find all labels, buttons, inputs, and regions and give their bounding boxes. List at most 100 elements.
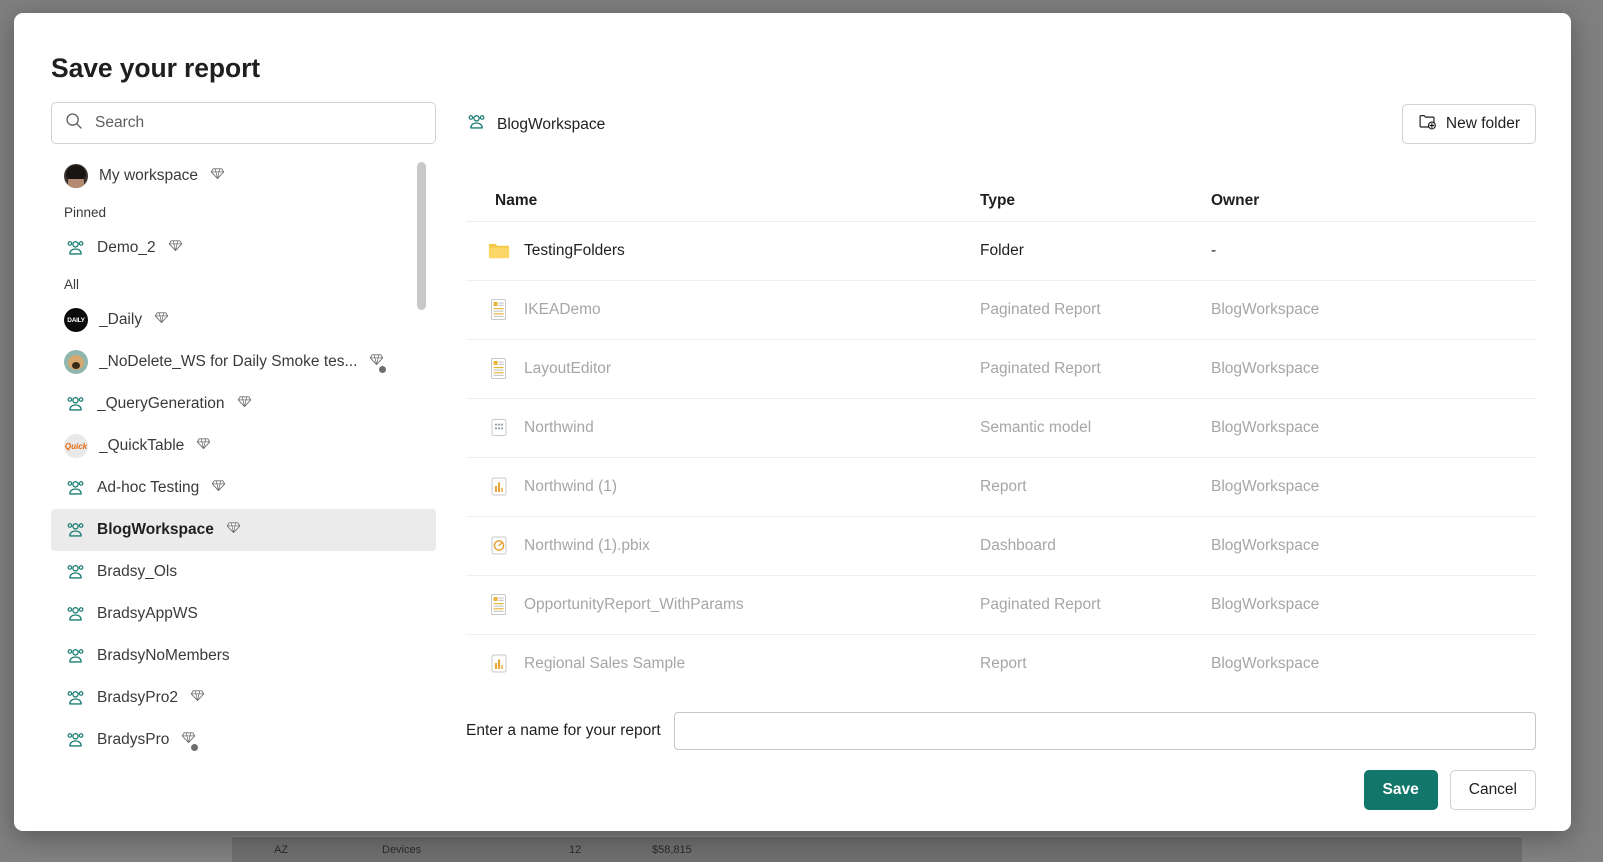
save-report-dialog: Save your report My workspace Pinned Dem…: [14, 13, 1571, 831]
workspace-icon: [64, 477, 86, 499]
sidebar-item-label: BlogWorkspace: [97, 521, 214, 538]
paginated-report-icon: [488, 298, 510, 322]
background-table-row: AZ Devices 12 $58,815: [232, 836, 1522, 862]
sidebar-item-querygeneration[interactable]: _QueryGeneration: [51, 383, 436, 425]
row-name-label: LayoutEditor: [524, 360, 612, 377]
row-owner-cell: BlogWorkspace: [1211, 596, 1320, 613]
report-icon: [488, 652, 510, 676]
breadcrumb-label: BlogWorkspace: [497, 116, 606, 133]
sidebar-item-label: _QueryGeneration: [97, 395, 225, 412]
sidebar-item-bradyspro[interactable]: BradysPro: [51, 719, 436, 761]
sidebar-item-blogworkspace[interactable]: BlogWorkspace: [51, 509, 436, 551]
sidebar-group-label: Pinned: [64, 204, 107, 220]
breadcrumb[interactable]: BlogWorkspace: [466, 112, 605, 138]
gem-icon: [226, 520, 241, 540]
background-cell-count: 12: [569, 843, 582, 856]
table-row: Northwind (1).pbix Dashboard BlogWorkspa…: [466, 517, 1536, 576]
row-owner-cell: BlogWorkspace: [1211, 301, 1320, 318]
table-row: Northwind (1) Report BlogWorkspace: [466, 458, 1536, 517]
table-row: IKEADemo Paginated Report BlogWorkspace: [466, 281, 1536, 340]
report-name-input[interactable]: [673, 712, 1536, 750]
row-name-cell: Northwind (1): [466, 475, 980, 499]
new-folder-icon: [1418, 112, 1437, 136]
new-folder-button[interactable]: New folder: [1401, 104, 1536, 144]
workspace-icon: [64, 561, 86, 583]
workspace-list[interactable]: My workspace Pinned Demo_2 All DAILY _Da…: [51, 155, 436, 810]
sidebar-group-label: All: [64, 276, 80, 292]
dialog-title: Save your report: [51, 53, 261, 83]
avatar: [64, 164, 88, 188]
table-body: TestingFolders Folder - IKEADemo Paginat…: [466, 222, 1536, 692]
paginated-report-icon: [488, 357, 510, 381]
workspace-picker-panel: My workspace Pinned Demo_2 All DAILY _Da…: [51, 102, 436, 812]
search-box[interactable]: [51, 102, 436, 144]
avatar: [64, 350, 88, 374]
row-type-cell: Report: [980, 655, 1027, 672]
sidebar-item-bradsynomembers[interactable]: BradsyNoMembers: [51, 635, 436, 677]
gem-shared-icon: [369, 352, 387, 373]
sidebar-item-my-workspace[interactable]: My workspace: [51, 155, 436, 197]
sidebar-item-bradsyappws[interactable]: BradsyAppWS: [51, 593, 436, 635]
workspace-icon: [64, 687, 86, 709]
row-name-cell: IKEADemo: [466, 298, 980, 322]
row-type-cell: Semantic model: [980, 419, 1092, 436]
row-name-label: IKEADemo: [524, 301, 601, 318]
sidebar-item-daily[interactable]: DAILY _Daily: [51, 299, 436, 341]
avatar: DAILY: [64, 308, 88, 332]
workspace-icon: [64, 603, 86, 625]
column-header-name[interactable]: Name: [466, 192, 980, 210]
sidebar-item-label: Ad-hoc Testing: [97, 479, 200, 496]
sidebar-item-label: _Daily: [99, 311, 143, 328]
row-type-cell: Folder: [980, 242, 1024, 259]
table-row[interactable]: TestingFolders Folder -: [466, 222, 1536, 281]
column-header-type[interactable]: Type: [980, 192, 1211, 210]
row-owner-cell: BlogWorkspace: [1211, 655, 1320, 672]
dialog-actions: Save Cancel: [1363, 770, 1536, 810]
breadcrumb-row: BlogWorkspace New folder: [466, 102, 1536, 148]
workspace-icon: [64, 729, 86, 751]
sidebar-item-nodelete-ws-for-daily-smoke-tes[interactable]: _NoDelete_WS for Daily Smoke tes...: [51, 341, 436, 383]
new-folder-label: New folder: [1445, 115, 1520, 132]
folder-icon: [488, 239, 510, 263]
sidebar-item-label: BradsyPro2: [97, 689, 178, 706]
report-name-row: Enter a name for your report: [466, 707, 1536, 755]
table-row: Northwind Semantic model BlogWorkspace: [466, 399, 1536, 458]
sidebar-item-bradsy-ols[interactable]: Bradsy_Ols: [51, 551, 436, 593]
sidebar-item-label: BradsyAppWS: [97, 605, 198, 622]
search-input[interactable]: [93, 113, 422, 133]
sidebar-item-label: _QuickTable: [99, 437, 185, 454]
workspace-icon: [64, 393, 86, 415]
sidebar-item-demo-2[interactable]: Demo_2: [51, 227, 436, 269]
row-name-cell: Northwind: [466, 416, 980, 440]
row-owner-cell: BlogWorkspace: [1211, 360, 1320, 377]
gem-icon: [210, 166, 225, 186]
workspace-icon: [466, 112, 487, 138]
sidebar-item-label: BradysPro: [97, 731, 170, 748]
workspace-list-scrollbar[interactable]: [417, 162, 426, 310]
sidebar-item-label: My workspace: [99, 167, 199, 184]
row-name-label: Northwind (1): [524, 478, 618, 495]
dashboard-icon: [488, 534, 510, 558]
row-name-cell: Regional Sales Sample: [466, 652, 980, 676]
row-name-label: OpportunityReport_WithParams: [524, 596, 744, 613]
table-header: Name Type Owner: [466, 180, 1536, 222]
row-type-cell: Dashboard: [980, 537, 1056, 554]
workspace-icon: [64, 645, 86, 667]
semantic-model-icon: [488, 416, 510, 440]
background-cell-amount: $58,815: [652, 843, 692, 856]
sidebar-item-bradsypro2[interactable]: BradsyPro2: [51, 677, 436, 719]
gem-icon: [237, 394, 252, 414]
cancel-button[interactable]: Cancel: [1449, 770, 1536, 810]
sidebar-item-label: Demo_2: [97, 239, 156, 256]
avatar: Quick: [64, 434, 88, 458]
sidebar-item-label: BradsyNoMembers: [97, 647, 230, 664]
save-button[interactable]: Save: [1363, 770, 1438, 810]
gem-icon: [211, 478, 226, 498]
row-owner-cell: BlogWorkspace: [1211, 419, 1320, 436]
content-panel: BlogWorkspace New folder Name Type Owner: [466, 102, 1536, 692]
sidebar-item-quicktable[interactable]: Quick _QuickTable: [51, 425, 436, 467]
sidebar-item-ad-hoc-testing[interactable]: Ad-hoc Testing: [51, 467, 436, 509]
background-cell-category: Devices: [382, 843, 422, 856]
row-name-cell: OpportunityReport_WithParams: [466, 593, 980, 617]
column-header-owner[interactable]: Owner: [1211, 192, 1536, 210]
